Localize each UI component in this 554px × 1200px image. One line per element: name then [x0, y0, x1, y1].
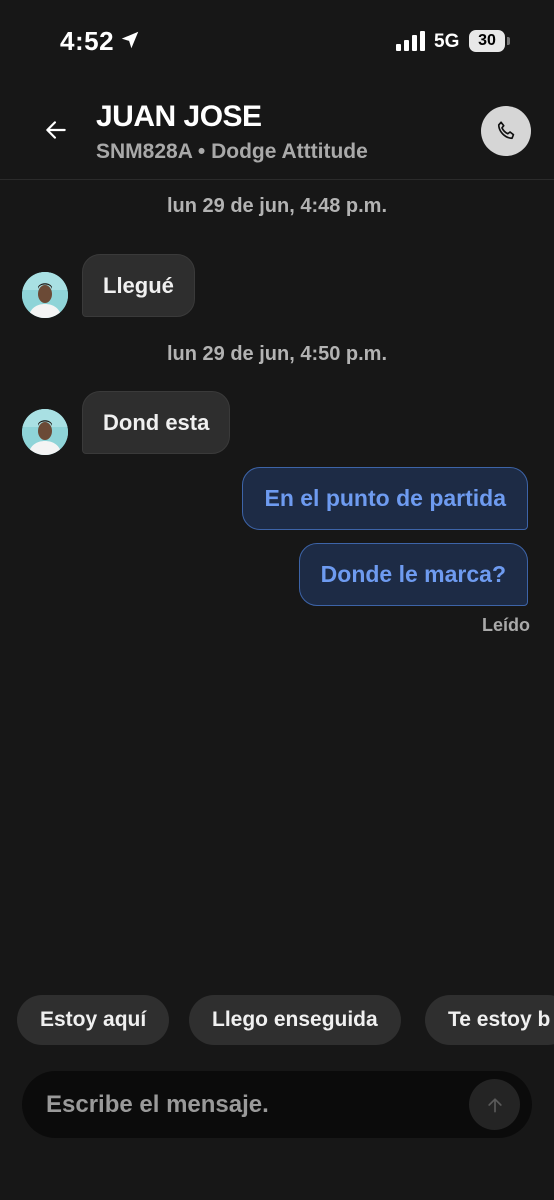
- quick-reply-chip[interactable]: Llego enseguida: [189, 995, 401, 1045]
- timestamp: lun 29 de jun, 4:50 p.m.: [166, 343, 388, 365]
- vehicle-info: SNM828A • Dodge Atttitude: [96, 140, 368, 163]
- send-button[interactable]: [469, 1079, 520, 1130]
- chat-header: JUAN JOSE SNM828A • Dodge Atttitude: [0, 88, 554, 180]
- back-button[interactable]: [38, 112, 74, 148]
- location-arrow-icon: [121, 31, 139, 49]
- quick-reply-chip[interactable]: Estoy aquí: [17, 995, 170, 1045]
- send-arrow-icon: [487, 1097, 502, 1112]
- read-receipt: Leído: [482, 615, 530, 635]
- incoming-message[interactable]: Llegué: [82, 254, 195, 317]
- quick-replies: Estoy aquí Llego enseguida Te estoy b: [0, 995, 554, 1047]
- avatar-icon: [22, 272, 68, 318]
- phone-icon: [497, 121, 515, 140]
- call-button[interactable]: [481, 106, 531, 156]
- message-composer: [22, 1071, 532, 1138]
- quick-reply-chip[interactable]: Te estoy b: [425, 995, 554, 1045]
- outgoing-message[interactable]: En el punto de partida: [242, 467, 528, 530]
- network-label: 5G: [434, 31, 460, 52]
- status-time: 4:52: [60, 26, 115, 56]
- message-input[interactable]: [46, 1071, 446, 1138]
- avatar[interactable]: [22, 409, 68, 455]
- avatar-icon: [22, 409, 68, 455]
- timestamp: lun 29 de jun, 4:48 p.m.: [166, 195, 388, 217]
- contact-name: JUAN JOSE: [96, 100, 262, 133]
- incoming-message[interactable]: Dond esta: [82, 391, 231, 454]
- status-bar: 4:52 5G 30: [0, 0, 554, 80]
- outgoing-message[interactable]: Donde le marca?: [298, 543, 528, 606]
- back-arrow-icon: [46, 121, 66, 139]
- signal-bars-icon: [396, 31, 425, 51]
- avatar[interactable]: [22, 272, 68, 318]
- battery-tip: [507, 37, 510, 45]
- battery-icon: 30: [469, 30, 505, 52]
